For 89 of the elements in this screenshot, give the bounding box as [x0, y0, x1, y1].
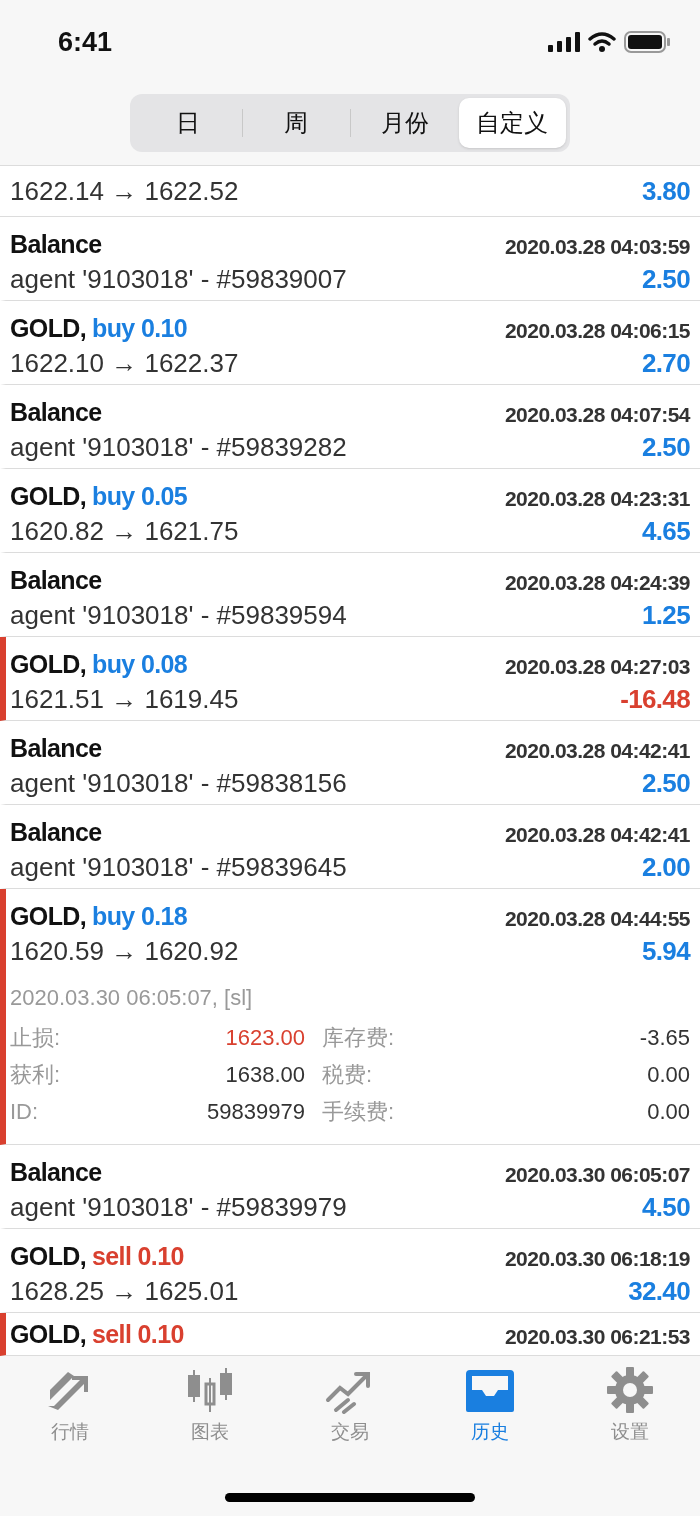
- signal-icon: [548, 32, 580, 52]
- record-comment: agent '9103018' - #59839979: [10, 1193, 347, 1220]
- symbol: GOLD,: [10, 904, 87, 929]
- battery-icon: [624, 31, 670, 53]
- record-comment: agent '9103018' - #59839594: [10, 601, 347, 628]
- order-type: sell 0.10: [92, 1244, 184, 1269]
- order-type: buy 0.08: [92, 652, 188, 677]
- symbol: GOLD,: [10, 1244, 87, 1269]
- settings-icon: [604, 1366, 656, 1414]
- detail-label: 库存费:: [322, 1023, 395, 1052]
- record-title: Balance: [10, 400, 102, 425]
- history-row[interactable]: Balance 2020.03.28 04:24:39 agent '9103018' - #59839594 1.25: [0, 553, 700, 637]
- history-row[interactable]: GOLD, buy 0.05 2020.03.28 04:23:31 1620.82 → 1621.75 4.65: [0, 469, 700, 553]
- price-range: 1622.14 → 1622.52: [10, 177, 239, 204]
- record-title: Balance: [10, 568, 102, 593]
- history-row[interactable]: GOLD, sell 0.10 2020.03.30 06:21:53: [0, 1313, 700, 1356]
- profit: -16.48: [620, 685, 690, 712]
- profit: 2.50: [642, 769, 690, 796]
- record-time: 2020.03.28 04:44:55: [504, 908, 690, 929]
- history-row[interactable]: GOLD, buy 0.10 2020.03.28 04:06:15 1622.10 → 1622.37 2.70: [0, 301, 700, 385]
- record-time: 2020.03.28 04:03:59: [504, 236, 690, 257]
- detail-label: 税费:: [322, 1060, 373, 1089]
- symbol: GOLD,: [10, 316, 87, 341]
- profit: 32.40: [628, 1277, 690, 1304]
- profit: 4.50: [642, 1193, 690, 1220]
- detail-label: 手续费:: [322, 1097, 395, 1126]
- record-time: 2020.03.28 04:27:03: [504, 656, 690, 677]
- price-range: 1622.10 → 1622.37: [10, 349, 239, 376]
- segment-tab[interactable]: 月份: [351, 98, 459, 148]
- detail-label: ID:: [10, 1097, 39, 1126]
- record-title: Balance: [10, 820, 102, 845]
- record-time: 2020.03.28 04:23:31: [504, 488, 690, 509]
- segment-tab[interactable]: 自定义: [458, 98, 566, 148]
- order-type: sell 0.10: [92, 1322, 184, 1347]
- history-row[interactable]: GOLD, buy 0.08 2020.03.28 04:27:03 1621.51 → 1619.45 -16.48: [0, 637, 700, 721]
- order-type: buy 0.10: [92, 316, 188, 341]
- detail-value: 1638.00: [225, 1060, 305, 1089]
- history-row[interactable]: Balance 2020.03.28 04:07:54 agent '9103018' - #59839282 2.50: [0, 385, 700, 469]
- segment-tab[interactable]: 日: [134, 98, 242, 148]
- order-type: buy 0.05: [92, 484, 188, 509]
- close-info: 2020.03.30 06:05:07, [sl]: [10, 983, 254, 1012]
- price-range: 1621.51 → 1619.45: [10, 685, 239, 712]
- record-time: 2020.03.30 06:21:53: [504, 1326, 690, 1347]
- detail-label: 止损:: [10, 1023, 61, 1052]
- profit: 2.00: [642, 853, 690, 880]
- record-comment: agent '9103018' - #59838156: [10, 769, 347, 796]
- profit: 4.65: [642, 517, 690, 544]
- record-comment: agent '9103018' - #59839282: [10, 433, 347, 460]
- record-time: 2020.03.28 04:42:41: [504, 740, 690, 761]
- record-title: Balance: [10, 736, 102, 761]
- symbol: GOLD,: [10, 1322, 87, 1347]
- profit: 3.80: [642, 177, 690, 204]
- record-time: 2020.03.28 04:24:39: [504, 572, 690, 593]
- symbol: GOLD,: [10, 484, 87, 509]
- profit: 2.70: [642, 349, 690, 376]
- detail-value: 59839979: [207, 1097, 305, 1126]
- record-time: 2020.03.28 04:07:54: [504, 404, 690, 425]
- record-title: Balance: [10, 1160, 102, 1185]
- detail-value: -3.65: [639, 1023, 690, 1052]
- record-time: 2020.03.30 06:18:19: [504, 1248, 690, 1269]
- history-row[interactable]: GOLD, sell 0.10 2020.03.30 06:18:19 1628.25 → 1625.01 32.40: [0, 1229, 700, 1313]
- detail-value: 0.00: [647, 1097, 690, 1126]
- price-range: 1628.25 → 1625.01: [10, 1277, 239, 1304]
- detail-value: 0.00: [647, 1060, 690, 1089]
- order-type: buy 0.18: [92, 904, 188, 929]
- history-row[interactable]: Balance 2020.03.28 04:42:41 agent '9103018' - #59838156 2.50: [0, 721, 700, 805]
- profit: 1.25: [642, 601, 690, 628]
- profit: 5.94: [642, 937, 690, 964]
- price-range: 1620.82 → 1621.75: [10, 517, 239, 544]
- record-comment: agent '9103018' - #59839007: [10, 265, 347, 292]
- history-row[interactable]: Balance 2020.03.28 04:42:41 agent '9103018' - #59839645 2.00: [0, 805, 700, 889]
- record-time: 2020.03.28 04:42:41: [504, 824, 690, 845]
- detail-label: 获利:: [10, 1060, 61, 1089]
- segment-tab[interactable]: 周: [242, 98, 350, 148]
- record-time: 2020.03.28 04:06:15: [504, 320, 690, 341]
- detail-value: 1623.00: [225, 1023, 305, 1052]
- history-row[interactable]: Balance 2020.03.28 04:03:59 agent '9103018' - #59839007 2.50: [0, 217, 700, 301]
- record-time: 2020.03.30 06:05:07: [504, 1164, 690, 1185]
- price-range: 1620.59 → 1620.92: [10, 937, 239, 964]
- tab-bar-item[interactable]: 历史: [420, 1366, 560, 1447]
- clock: 6:41: [58, 25, 113, 59]
- profit: 2.50: [642, 433, 690, 460]
- record-title: Balance: [10, 232, 102, 257]
- record-comment: agent '9103018' - #59839645: [10, 853, 347, 880]
- history-row[interactable]: Balance 2020.03.30 06:05:07 agent '9103018' - #59839979 4.50: [0, 1145, 700, 1229]
- symbol: GOLD,: [10, 652, 87, 677]
- history-row[interactable]: GOLD, buy 0.18 2020.03.28 04:44:55 1620.59 → 1620.92 5.94 2020.03.30 06:05:07, [sl] 止损: 1623.00 库存费: -3.65 获利: 1638.00 税费: 0.00 ID: 59839979 手续费: 0.00: [0, 889, 700, 1145]
- profit: 2.50: [642, 265, 690, 292]
- wifi-icon: [588, 32, 616, 52]
